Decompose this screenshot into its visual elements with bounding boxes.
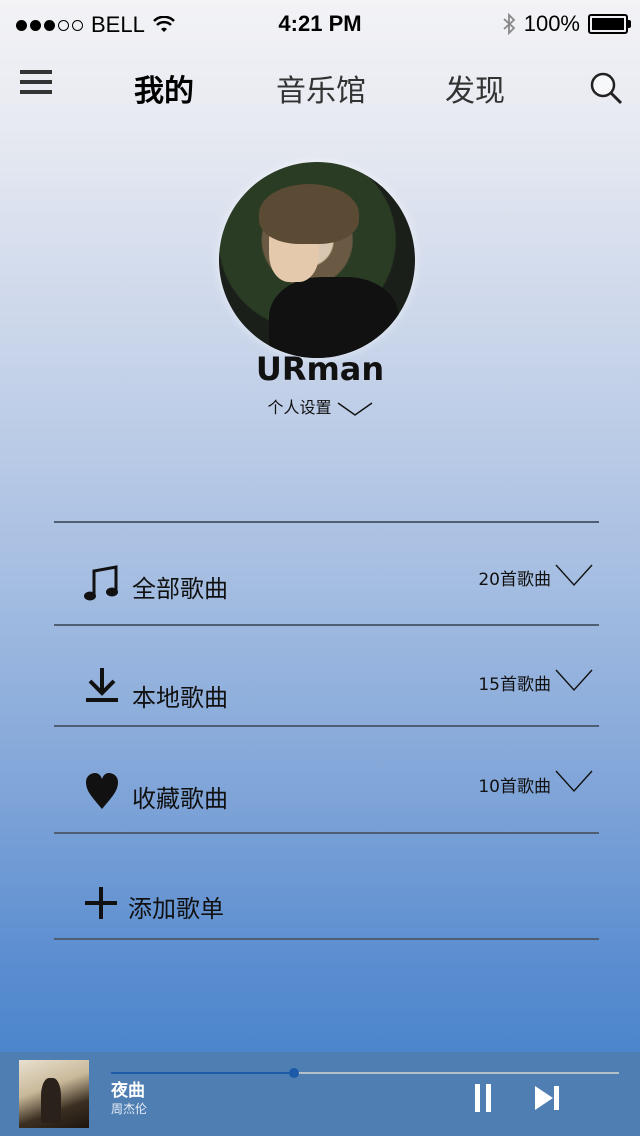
bluetooth-icon: [503, 13, 516, 35]
top-nav: 我的 音乐馆 发现: [0, 60, 640, 116]
chevron-down-icon: [555, 770, 593, 793]
personal-settings-label: 个人设置: [267, 398, 332, 417]
progress-bar[interactable]: [111, 1068, 619, 1078]
plus-icon: [85, 887, 117, 919]
list-item-all-songs[interactable]: 全部歌曲 20首歌曲: [54, 523, 599, 623]
add-playlist-button[interactable]: 添加歌单: [54, 834, 599, 934]
song-title: 夜曲: [111, 1081, 145, 1101]
song-count: 10首歌曲: [478, 777, 551, 797]
personal-settings-button[interactable]: 个人设置: [0, 394, 640, 418]
avatar[interactable]: [219, 162, 415, 358]
battery-icon: [588, 14, 631, 34]
chevron-down-icon: [555, 669, 593, 692]
username: URman: [255, 350, 385, 388]
list-item-local-songs[interactable]: 本地歌曲 15首歌曲: [54, 626, 599, 726]
progress-knob[interactable]: [288, 1068, 299, 1078]
heart-icon: [86, 773, 118, 809]
music-note-icon: [84, 565, 118, 601]
battery-percent: 100%: [523, 11, 580, 36]
list-item-label: 收藏歌曲: [132, 785, 228, 813]
progress-played: [111, 1072, 294, 1074]
list-item-label: 全部歌曲: [132, 575, 228, 603]
search-icon[interactable]: [588, 70, 624, 106]
tab-music-hall[interactable]: 音乐馆: [276, 66, 366, 110]
mini-player: 夜曲 周杰伦: [0, 1052, 640, 1136]
song-count: 15首歌曲: [478, 675, 551, 695]
chevron-down-icon: [337, 401, 372, 416]
song-count: 20首歌曲: [478, 570, 551, 590]
status-right: 100%: [502, 11, 631, 37]
download-icon: [86, 668, 118, 702]
song-artist: 周杰伦: [111, 1102, 148, 1116]
list-item-favorites[interactable]: 收藏歌曲 10首歌曲: [54, 727, 599, 827]
tab-discover[interactable]: 发现: [445, 66, 505, 110]
divider: [54, 938, 599, 940]
pause-icon[interactable]: [473, 1084, 493, 1112]
status-bar: BELL 4:21 PM 100%: [0, 0, 640, 48]
add-playlist-label: 添加歌单: [128, 895, 224, 923]
skip-next-icon[interactable]: [533, 1084, 561, 1112]
list-item-label: 本地歌曲: [132, 684, 228, 712]
hamburger-menu-icon[interactable]: [20, 70, 52, 98]
album-cover[interactable]: [19, 1060, 89, 1128]
tab-mine[interactable]: 我的: [134, 66, 194, 110]
chevron-down-icon: [555, 564, 593, 587]
